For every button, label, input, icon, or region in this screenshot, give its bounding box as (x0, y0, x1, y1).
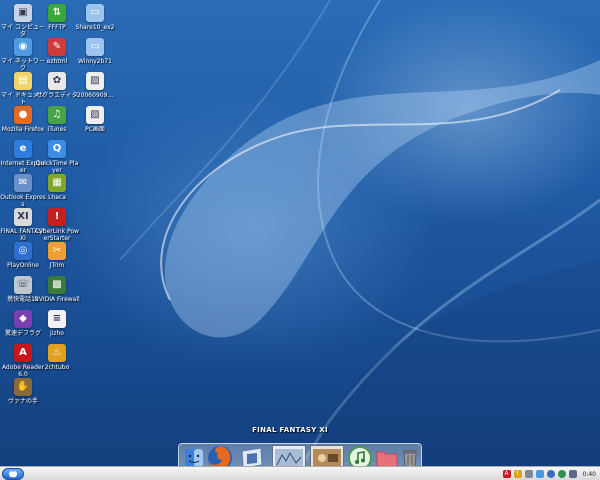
desktop-icon-label: jizho (50, 330, 64, 337)
jtrim-icon: ✂ (48, 242, 66, 260)
tray-security-icon[interactable] (557, 470, 566, 478)
firefox-icon: ● (14, 106, 32, 124)
desktop-icon[interactable]: ♨ 2chtubo (34, 342, 80, 386)
dock-tooltip: FINAL FANTASY XI (252, 426, 328, 434)
folder-icon (376, 451, 398, 468)
desktop-icon[interactable]: ▨ PC画面 (72, 104, 118, 148)
network-icon: ◉ (14, 38, 32, 56)
finder-icon (185, 449, 203, 467)
adobe-reader-icon: A (14, 344, 32, 362)
desktop-icon-label: Lhaca (48, 194, 66, 201)
cyberlink-icon: ! (48, 208, 66, 226)
desktop-icon-label: 2chtubo (44, 364, 70, 371)
desktop-icon-label: PC画面 (85, 126, 105, 133)
sakura-editor-icon: ✿ (48, 72, 66, 90)
taskbar: A ! 0:40 (0, 466, 600, 480)
desktop-icon-label: Winny2b71 (78, 58, 112, 65)
itunes-icon: ♫ (48, 106, 66, 124)
ie-icon: e (14, 140, 32, 158)
tray-adobe-icon[interactable]: A (502, 470, 511, 478)
system-tray: A ! 0:40 (486, 468, 598, 480)
image-file-icon: ▨ (86, 72, 104, 90)
tray-notice-icon[interactable]: ! (513, 470, 522, 478)
folder-icon: ▭ (86, 38, 104, 56)
tray-network-icon[interactable] (535, 470, 544, 478)
playonline-icon: ◎ (14, 242, 32, 260)
trash-icon (403, 450, 417, 468)
ffxi-icon: XI (14, 208, 32, 226)
desktop-icon-label: 20060909... (76, 92, 114, 99)
folder-icon: ▭ (86, 4, 104, 22)
quicktime-icon: Q (48, 140, 66, 158)
tray-playonline-icon[interactable] (546, 470, 555, 478)
lhaca-icon: ▦ (48, 174, 66, 192)
text-file-icon: ≡ (48, 310, 66, 328)
vana-icon: ✋ (14, 378, 32, 396)
phone-icon: ☏ (14, 276, 32, 294)
defrag-icon: ◆ (14, 310, 32, 328)
image-file-icon: ▨ (86, 106, 104, 124)
start-button[interactable] (2, 468, 24, 480)
outlook-icon: ✉ (14, 174, 32, 192)
desktop-icon-label: JTrim (49, 262, 65, 269)
apple-logo-icon (9, 471, 17, 478)
ffftp-icon: ⇅ (48, 4, 66, 22)
documents-folder-icon: ▤ (14, 72, 32, 90)
tray-ime-icon[interactable] (524, 470, 533, 478)
computer-icon: ▣ (14, 4, 32, 22)
ezhtml-icon: ✎ (48, 38, 66, 56)
tray-search-icon[interactable] (568, 470, 577, 478)
nvidia-firewall-icon: ▩ (48, 276, 66, 294)
desktop-icon-label: ヴァナの手 (7, 398, 38, 405)
taskbar-clock: 0:40 (582, 470, 596, 478)
desktop-icon-label: NVIDIA Firewall (34, 296, 80, 303)
2chtubo-icon: ♨ (48, 344, 66, 362)
desktop-icon-label: Share10_ex2 (75, 24, 115, 31)
